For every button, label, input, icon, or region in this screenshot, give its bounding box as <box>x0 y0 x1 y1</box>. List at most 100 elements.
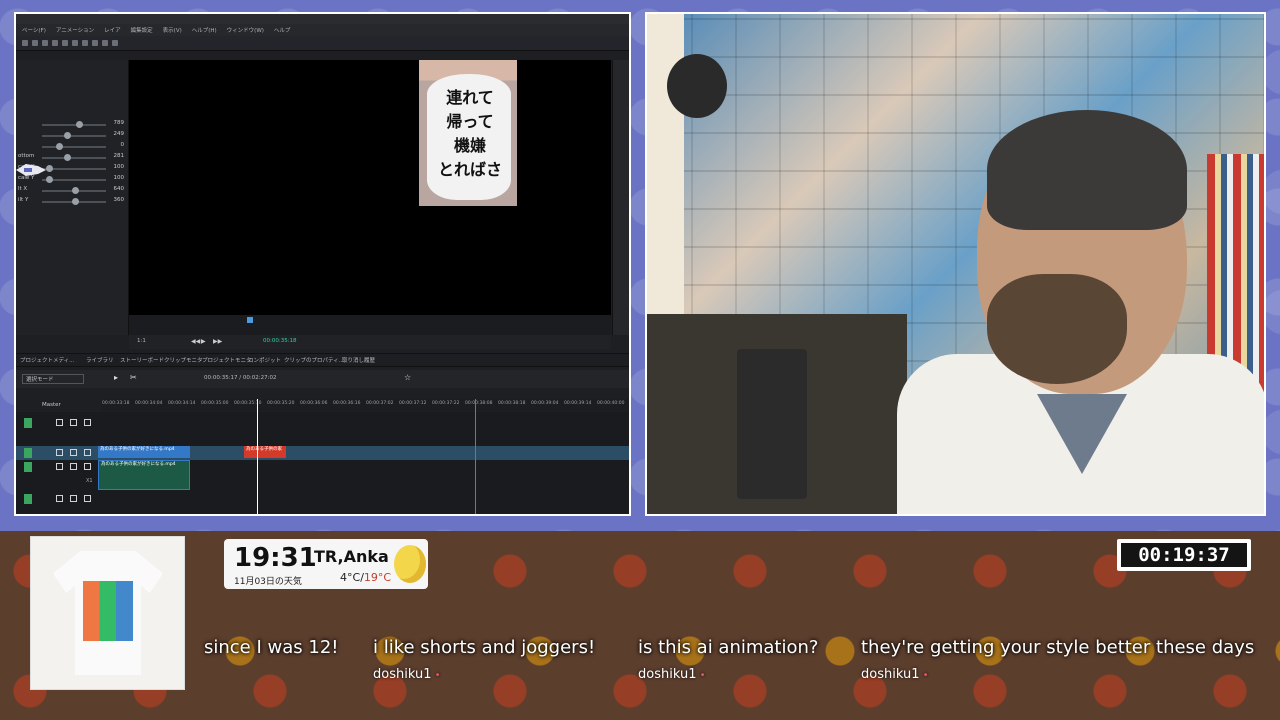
tab[interactable]: クリップのプロパティ... <box>284 356 344 364</box>
pointer-icon[interactable]: ▸ <box>114 373 118 382</box>
property-row[interactable]: 789 <box>16 120 128 130</box>
track-header <box>16 416 102 430</box>
tab[interactable]: コンポジット <box>248 356 281 364</box>
webcam-feed <box>645 12 1266 516</box>
editor-titlebar <box>16 14 629 24</box>
undo-icon[interactable] <box>22 40 28 46</box>
manga-frame: 連れて 帰って 機嫌 とればさ <box>419 60 517 206</box>
weather-location: TR,Anka <box>314 547 389 566</box>
edit-icon[interactable] <box>56 419 63 426</box>
property-row[interactable]: 249 <box>16 131 128 141</box>
tab[interactable]: 取り消し履歴 <box>342 356 375 364</box>
chat-message: i like shorts and joggers! <box>373 637 596 658</box>
merch-tshirt-image <box>30 536 185 690</box>
timeline-ruler[interactable]: 00:00:33:18 00:00:34:04 00:00:34:14 00:0… <box>102 399 629 411</box>
zoom-select[interactable]: 1:1 <box>137 338 146 344</box>
slider-knob[interactable] <box>46 176 53 183</box>
project-monitor[interactable]: 連れて 帰って 機嫌 とればさ <box>129 60 611 315</box>
star-icon[interactable]: ☆ <box>404 373 411 382</box>
chat-username: doshiku1 <box>861 667 929 682</box>
transition-icon[interactable] <box>102 40 108 46</box>
track-header <box>16 460 102 474</box>
property-row[interactable]: ilt Y 360 <box>16 197 128 207</box>
master-label: Master <box>42 402 61 408</box>
lock-icon[interactable] <box>84 419 91 426</box>
menu-item[interactable]: ヘルプ(H) <box>192 26 217 34</box>
film-icon[interactable] <box>70 449 77 456</box>
editor-toolbar <box>16 36 629 51</box>
effect-properties-panel: 789 249 0 ottom 281 cale X 100 cale Y 10… <box>16 60 129 335</box>
menu-item[interactable]: アニメーション <box>56 26 94 34</box>
menu-item[interactable]: ベーシ(F) <box>22 26 46 34</box>
timeline-marker[interactable] <box>475 399 476 514</box>
right-side-panel <box>612 60 629 335</box>
edit-icon[interactable] <box>56 449 63 456</box>
tab[interactable]: プロジェクトメディ... <box>20 356 74 364</box>
tab[interactable]: クリップモニタ <box>164 356 203 364</box>
lock-icon[interactable] <box>84 463 91 470</box>
slider-knob[interactable] <box>76 121 83 128</box>
tab[interactable]: プロジェクトモニタ <box>202 356 252 364</box>
stream-timer-text: 00:19:37 <box>1121 543 1247 567</box>
lock-icon[interactable] <box>84 495 91 502</box>
title-icon[interactable] <box>112 40 118 46</box>
menu-item[interactable]: ウィンドウ(W) <box>227 26 264 34</box>
weather-date: 11月03日の天気 <box>234 577 302 587</box>
timeline-toolbar: 選択モード ▸ ✂ 00:00:35:17 / 00:02:27:02 ☆ <box>16 370 629 388</box>
speaker-icon[interactable] <box>70 495 77 502</box>
monitor-scrubber[interactable] <box>129 315 611 335</box>
tab[interactable]: ライブラリ <box>86 356 114 364</box>
edit-icon[interactable] <box>56 495 63 502</box>
timeline-mode-select[interactable]: 選択モード <box>22 374 84 384</box>
stream-timer: 00:19:37 <box>1117 539 1251 571</box>
monitor-timecode[interactable]: 00:00:35:18 <box>263 338 297 344</box>
tab[interactable]: ストーリーボード <box>120 356 164 364</box>
menu-item[interactable]: ヘルプ <box>274 26 291 34</box>
slider-knob[interactable] <box>46 165 53 172</box>
slider-knob[interactable] <box>56 143 63 150</box>
forward-icon[interactable]: ▶▶ <box>213 338 222 345</box>
chat-username: doshiku1 <box>373 667 441 682</box>
track-label: X1 <box>86 478 93 484</box>
render-icon[interactable] <box>72 40 78 46</box>
redo-icon[interactable] <box>32 40 38 46</box>
slider-knob[interactable] <box>64 132 71 139</box>
moon-icon <box>394 545 426 583</box>
weather-temperature: 4°C/19°C <box>340 571 392 584</box>
speaker-icon[interactable] <box>70 463 77 470</box>
menu-item[interactable]: レイア <box>104 26 121 34</box>
spaceship-icon <box>16 164 46 176</box>
menu-item[interactable]: 編集設定 <box>131 26 153 34</box>
play-icon[interactable]: ▶ <box>201 338 206 345</box>
menu-item[interactable]: 表示(V) <box>163 26 182 34</box>
slider-knob[interactable] <box>72 187 79 194</box>
film-icon[interactable] <box>70 419 77 426</box>
chat-username: doshiku1 <box>638 667 706 682</box>
property-row[interactable]: lt X 640 <box>16 186 128 196</box>
lock-icon[interactable] <box>84 449 91 456</box>
person-hair <box>987 110 1187 230</box>
property-row[interactable]: 0 <box>16 142 128 152</box>
slider-knob[interactable] <box>72 198 79 205</box>
cut-icon[interactable] <box>42 40 48 46</box>
scrubber-handle[interactable] <box>247 317 253 323</box>
paste-icon[interactable] <box>62 40 68 46</box>
edit-icon[interactable] <box>56 463 63 470</box>
audio-clip[interactable]: 為のある子供の家が好きになる.mp4 <box>98 460 190 490</box>
video-clip[interactable]: 為のある子供の家が好きになる.mp4 <box>98 446 190 458</box>
settings-icon[interactable] <box>82 40 88 46</box>
weather-widget: 19:31 TR,Anka 11月03日の天気 4°C/19°C <box>224 539 428 589</box>
timeline-playhead[interactable] <box>257 399 258 514</box>
effects-icon[interactable] <box>92 40 98 46</box>
microphone <box>667 54 727 118</box>
rewind-icon[interactable]: ◀◀ <box>191 338 200 345</box>
timeline-timecode: 00:00:35:17 / 00:02:27:02 <box>204 375 277 381</box>
stream-bottom-bar: 19:31 TR,Anka 11月03日の天気 4°C/19°C 00:19:3… <box>0 531 1280 720</box>
slider-knob[interactable] <box>64 154 71 161</box>
razor-icon[interactable]: ✂ <box>130 373 137 382</box>
copy-icon[interactable] <box>52 40 58 46</box>
monitor-controls: 1:1 ▶ ◀◀ ▶▶ 00:00:35:18 <box>129 335 611 349</box>
marker-pens <box>737 349 807 499</box>
video-clip[interactable]: 為のある子供の家 <box>244 446 286 458</box>
person-beard <box>987 274 1127 384</box>
